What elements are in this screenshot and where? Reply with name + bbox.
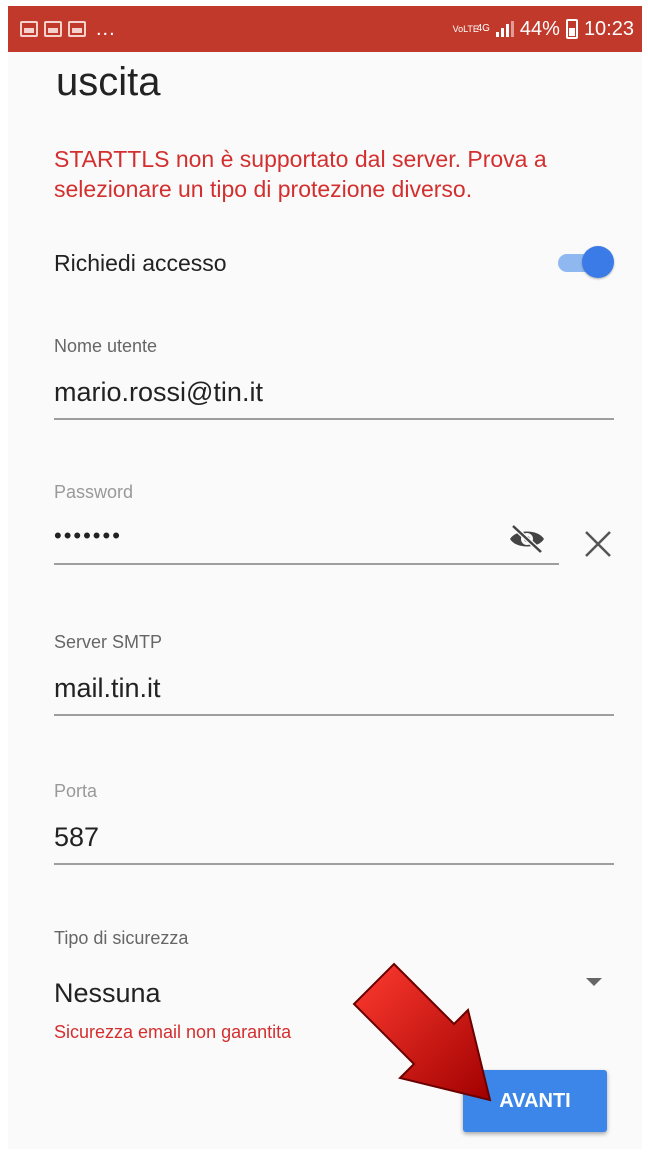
notification-icons: ... bbox=[20, 18, 116, 41]
require-login-label: Richiedi accesso bbox=[54, 250, 227, 276]
password-label: Password bbox=[54, 482, 134, 502]
security-type-field-group: Tipo di sicurezza Nessuna Sicurezza emai… bbox=[54, 928, 614, 1048]
security-type-select[interactable]: Nessuna bbox=[54, 978, 161, 1009]
email-notification-icon bbox=[68, 21, 86, 37]
more-notifications-indicator: ... bbox=[96, 17, 116, 40]
dropdown-arrow-icon[interactable] bbox=[586, 978, 602, 986]
username-field-group: Nome utente bbox=[54, 336, 614, 420]
smtp-server-label: Server SMTP bbox=[54, 632, 163, 652]
require-login-row: Richiedi accesso bbox=[54, 242, 614, 282]
password-field-group: Password bbox=[54, 482, 614, 565]
clear-password-close-icon[interactable] bbox=[582, 528, 614, 560]
password-input[interactable] bbox=[54, 523, 559, 565]
port-label: Porta bbox=[54, 781, 98, 801]
signal-icon bbox=[495, 21, 514, 37]
system-indicators: VoLTE 4G 44% 10:23 bbox=[453, 18, 634, 41]
page-title: uscita bbox=[56, 60, 161, 104]
require-login-toggle[interactable] bbox=[556, 246, 614, 278]
password-input-wrap bbox=[54, 523, 559, 565]
clock: 10:23 bbox=[583, 17, 634, 40]
app-screen: ... VoLTE 4G 44% 10:23 uscita STARTTLS n… bbox=[8, 6, 642, 1149]
next-button[interactable]: AVANTI bbox=[463, 1070, 607, 1132]
email-notification-icon bbox=[44, 21, 62, 37]
port-input[interactable] bbox=[54, 822, 614, 865]
error-message: STARTTLS non è supportato dal server. Pr… bbox=[54, 146, 547, 202]
port-field-group: Porta bbox=[54, 781, 614, 865]
smtp-server-input[interactable] bbox=[54, 673, 614, 716]
volte-indicator: VoLTE bbox=[452, 23, 479, 34]
network-type-indicator: 4G bbox=[476, 23, 490, 34]
smtp-server-field-group: Server SMTP bbox=[54, 632, 614, 716]
gallery-notification-icon bbox=[20, 21, 38, 37]
username-label: Nome utente bbox=[54, 336, 158, 356]
battery-icon bbox=[565, 19, 578, 39]
security-warning: Sicurezza email non garantita bbox=[54, 1022, 292, 1042]
toggle-knob bbox=[582, 246, 614, 278]
battery-percent: 44% bbox=[519, 17, 560, 40]
status-bar: ... VoLTE 4G 44% 10:23 bbox=[8, 6, 642, 52]
username-input[interactable] bbox=[54, 377, 614, 420]
hide-password-eye-icon[interactable] bbox=[507, 523, 547, 555]
security-type-label: Tipo di sicurezza bbox=[54, 928, 189, 948]
